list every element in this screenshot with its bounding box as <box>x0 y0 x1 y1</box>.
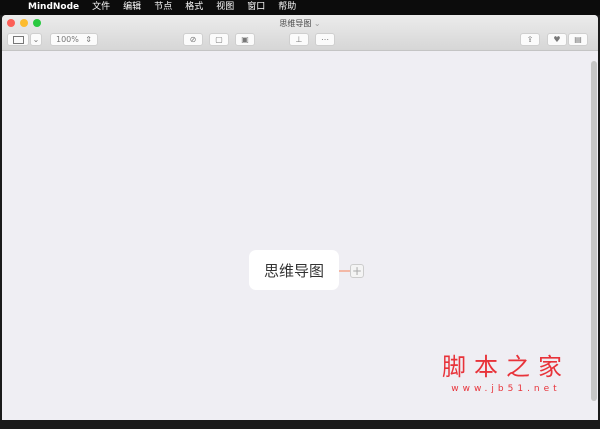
menu-view[interactable]: 视图 <box>216 0 234 15</box>
zoom-stepper[interactable]: 100% ⇕ <box>50 33 98 46</box>
menu-edit[interactable]: 编辑 <box>123 0 141 15</box>
sidebar-menu-button[interactable]: ⌄ <box>30 33 42 46</box>
sidebar-icon <box>12 35 24 44</box>
root-node[interactable]: 思维导图 <box>249 250 339 290</box>
ellipsis-icon: ⋯ <box>321 35 329 44</box>
stepper-icon: ⇕ <box>85 35 92 44</box>
add-node-button[interactable]: + <box>350 264 364 278</box>
document-window: 思维导图 ⌄ ⌄ 100% ⇕ ⊘ ▢ ▣ ⊥ ⋯ ⇪ ♥ ▤ 思维导图 + 脚本… <box>2 15 598 420</box>
window-title[interactable]: 思维导图 ⌄ <box>2 18 598 29</box>
menu-format[interactable]: 格式 <box>185 0 203 15</box>
add-sibling-button[interactable]: ⋯ <box>315 33 335 46</box>
menu-window[interactable]: 窗口 <box>247 0 265 15</box>
checkmark-circle-icon: ⊘ <box>189 35 197 44</box>
watermark: 脚本之家 www.jb51.net <box>442 347 570 394</box>
image-icon: ▣ <box>241 35 249 44</box>
menu-node[interactable]: 节点 <box>154 0 172 15</box>
watermark-url: www.jb51.net <box>451 384 561 394</box>
menu-file[interactable]: 文件 <box>92 0 110 15</box>
menu-help[interactable]: 帮助 <box>278 0 296 15</box>
image-button[interactable]: ▣ <box>235 33 255 46</box>
mindmap-canvas[interactable]: 思维导图 + 脚本之家 www.jb51.net <box>2 51 598 420</box>
chevron-down-icon: ⌄ <box>313 19 321 28</box>
note-button[interactable]: ▢ <box>209 33 229 46</box>
watermark-text: 脚本之家 <box>442 353 570 381</box>
vertical-scrollbar[interactable] <box>591 61 597 401</box>
share-icon: ⇪ <box>526 35 534 44</box>
notes-panel-button[interactable]: ▤ <box>568 33 588 46</box>
style-button[interactable]: ♥ <box>547 33 567 46</box>
brush-icon: ♥ <box>553 35 561 44</box>
zoom-level: 100% <box>56 35 79 44</box>
notes-icon: ▤ <box>574 35 582 44</box>
menu-bar: MindNode 文件 编辑 节点 格式 视图 窗口 帮助 <box>0 0 600 15</box>
sidebar-toggle-button[interactable] <box>7 33 29 46</box>
task-button[interactable]: ⊘ <box>183 33 203 46</box>
add-child-button[interactable]: ⊥ <box>289 33 309 46</box>
title-bar: 思维导图 ⌄ ⌄ 100% ⇕ ⊘ ▢ ▣ ⊥ ⋯ ⇪ ♥ ▤ <box>2 15 598 51</box>
share-button[interactable]: ⇪ <box>520 33 540 46</box>
menu-app[interactable]: MindNode <box>28 0 79 15</box>
title-text: 思维导图 <box>279 19 312 28</box>
note-icon: ▢ <box>215 35 223 44</box>
chevron-down-icon: ⌄ <box>32 35 40 44</box>
add-child-icon: ⊥ <box>295 35 303 44</box>
